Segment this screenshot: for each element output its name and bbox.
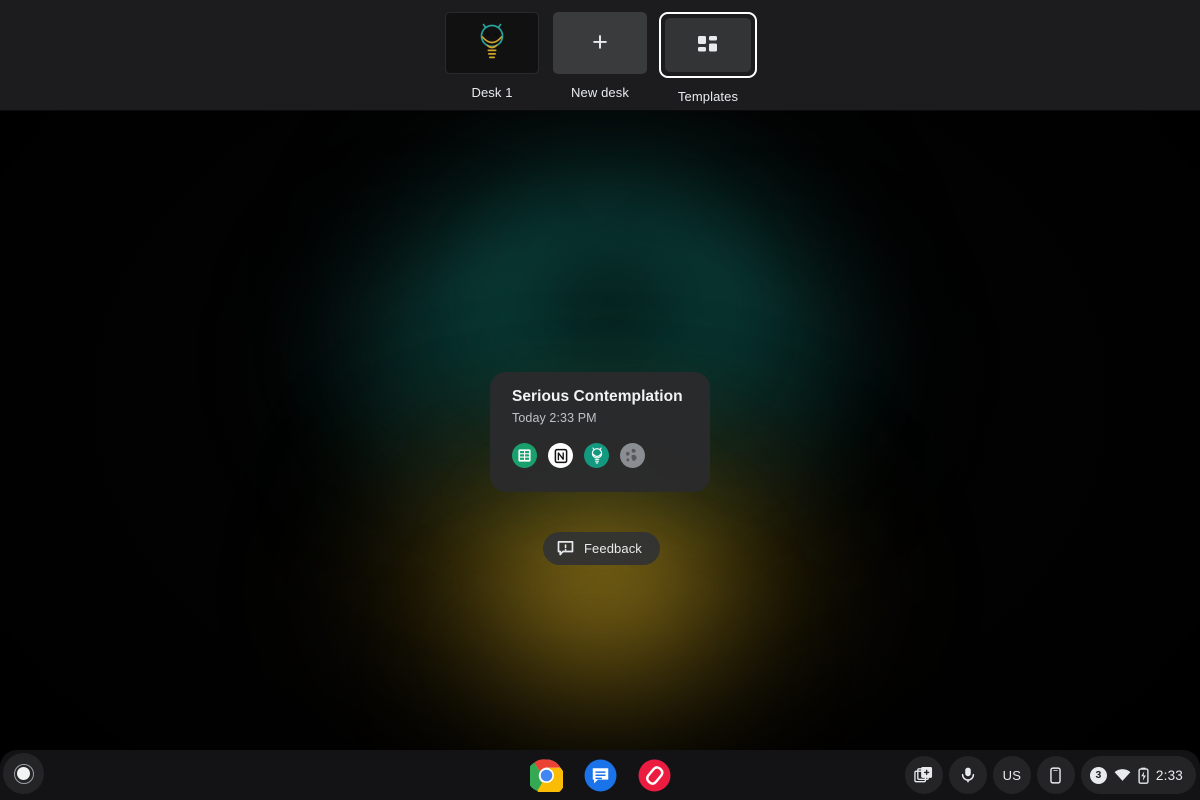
wifi-icon <box>1114 768 1131 782</box>
status-tray-button[interactable]: 3 2:33 <box>1080 756 1196 794</box>
new-desk-button[interactable]: + <box>553 12 647 74</box>
template-card-title: Serious Contemplation <box>512 388 683 405</box>
chrome-icon <box>529 758 563 792</box>
template-card-app-icons <box>512 443 692 468</box>
dictation-button[interactable] <box>948 756 987 794</box>
messages-icon <box>584 759 616 791</box>
template-grid-icon <box>698 35 718 55</box>
desk-item-label: Desk 1 <box>471 85 513 100</box>
shelf-app-messages[interactable] <box>584 759 617 792</box>
template-card-timestamp: Today 2:33 PM <box>512 411 597 425</box>
keyboard-language-button[interactable]: US <box>992 756 1031 794</box>
phone-hub-icon <box>1050 766 1062 784</box>
keyboard-language-label: US <box>1002 767 1022 783</box>
desk-item-templates[interactable]: Templates <box>657 12 759 104</box>
notion-icon <box>548 443 573 468</box>
desk-item-desk-1[interactable]: Desk 1 <box>441 12 543 100</box>
sheets-icon <box>512 443 537 468</box>
shelf-app-authy[interactable] <box>638 759 671 792</box>
authy-icon <box>638 759 670 791</box>
launcher-dot <box>17 767 30 780</box>
save-desk-as-template-icon <box>914 766 933 782</box>
bulb-robot-icon <box>584 443 609 468</box>
shelf-app-chrome[interactable] <box>529 758 563 792</box>
save-desk-as-template-button[interactable] <box>904 756 943 794</box>
templates-button[interactable] <box>665 18 751 72</box>
templates-selection-outline <box>659 12 757 78</box>
desk-item-label: Templates <box>677 89 739 104</box>
feedback-label: Feedback <box>584 541 642 556</box>
feedback-button[interactable]: Feedback <box>543 532 660 565</box>
battery-charging-icon <box>1138 767 1149 784</box>
plus-icon: + <box>592 26 608 57</box>
clock-label: 2:33 <box>1155 767 1183 783</box>
phone-hub-button[interactable] <box>1036 756 1075 794</box>
bulb-robot-wallpaper-thumbnail-icon <box>475 23 509 63</box>
launcher-circle-icon <box>13 763 34 784</box>
desk-item-label: New desk <box>571 85 629 100</box>
microphone-icon <box>961 767 975 783</box>
system-tray: US 3 2:33 <box>904 755 1196 795</box>
chromeos-overview-screen: Desk 1 + New desk Templates Serious Cont… <box>0 0 1200 800</box>
shelf: US 3 2:33 <box>0 750 1200 800</box>
desk-bar: Desk 1 + New desk Templates <box>0 0 1200 111</box>
desk-1-thumbnail[interactable] <box>445 12 539 74</box>
notification-count-badge: 3 <box>1089 766 1107 784</box>
globe-icon <box>620 443 645 468</box>
launcher-button[interactable] <box>3 753 44 794</box>
feedback-comment-alert-icon <box>557 540 574 557</box>
desk-template-card[interactable]: Serious Contemplation Today 2:33 PM <box>490 372 710 492</box>
desk-item-new-desk[interactable]: + New desk <box>549 12 651 100</box>
